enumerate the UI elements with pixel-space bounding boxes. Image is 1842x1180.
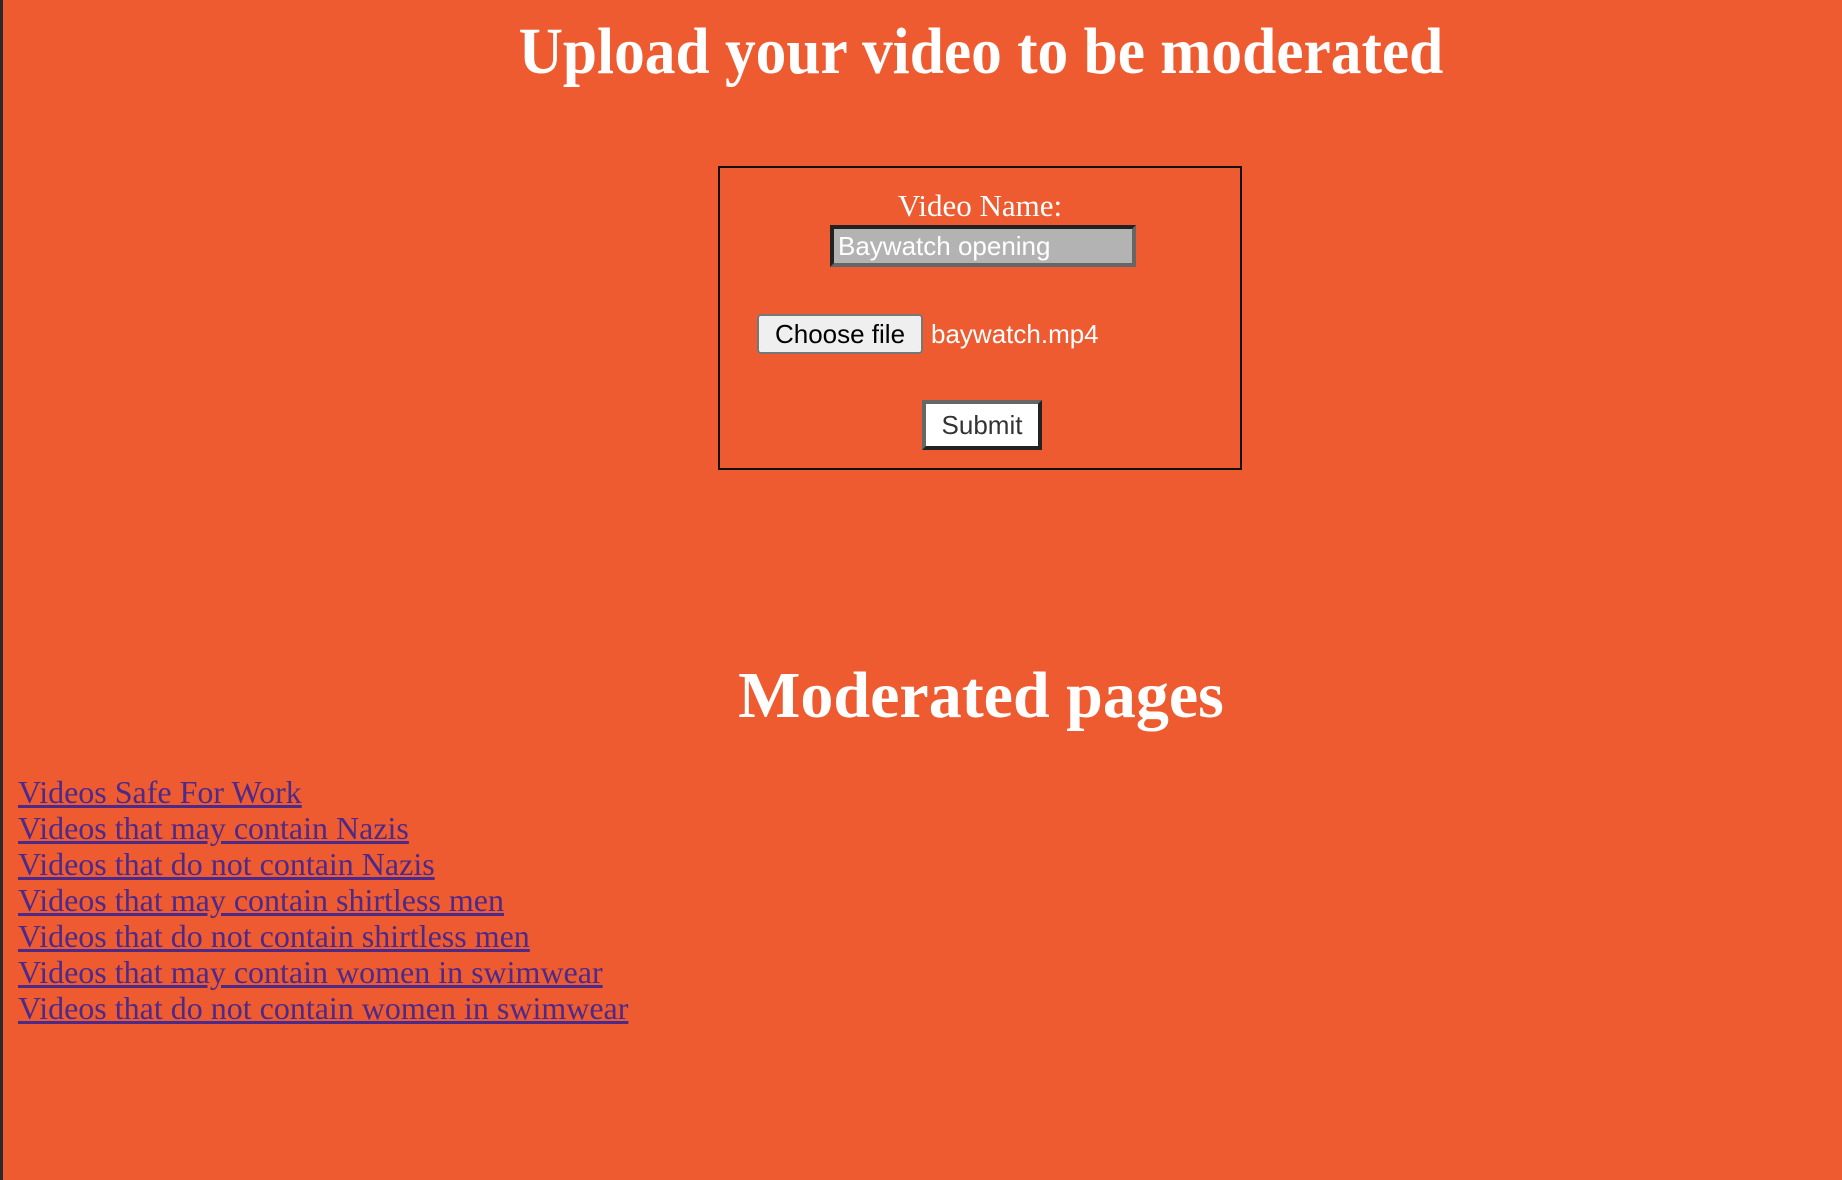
list-item: Videos that may contain women in swimwea… — [18, 954, 628, 990]
upload-heading: Upload your video to be moderated — [518, 15, 1444, 88]
moderated-pages-list: Videos Safe For Work Videos that may con… — [18, 774, 628, 1026]
list-item: Videos that may contain shirtless men — [18, 882, 628, 918]
video-name-label: Video Name: — [897, 188, 1063, 223]
link-may-contain-women-swimwear[interactable]: Videos that may contain women in swimwea… — [18, 954, 603, 990]
file-picker: Choose file baywatch.mp4 — [757, 314, 1099, 354]
list-item: Videos that do not contain Nazis — [18, 846, 628, 882]
window-left-edge — [0, 0, 3, 1180]
list-item: Videos that do not contain women in swim… — [18, 990, 628, 1026]
list-item: Videos that may contain Nazis — [18, 810, 628, 846]
list-item: Videos Safe For Work — [18, 774, 628, 810]
link-no-women-swimwear[interactable]: Videos that do not contain women in swim… — [18, 990, 628, 1026]
upload-form: Video Name: Choose file baywatch.mp4 Sub… — [718, 166, 1242, 470]
link-no-nazis[interactable]: Videos that do not contain Nazis — [18, 846, 435, 882]
link-safe-for-work[interactable]: Videos Safe For Work — [18, 774, 302, 810]
video-name-input[interactable] — [830, 225, 1136, 267]
chosen-file-name: baywatch.mp4 — [931, 318, 1099, 349]
submit-button[interactable]: Submit — [922, 400, 1042, 450]
list-item: Videos that do not contain shirtless men — [18, 918, 628, 954]
choose-file-button[interactable]: Choose file — [757, 314, 923, 354]
link-may-contain-nazis[interactable]: Videos that may contain Nazis — [18, 810, 409, 846]
link-may-contain-shirtless-men[interactable]: Videos that may contain shirtless men — [18, 882, 504, 918]
moderated-pages-heading: Moderated pages — [738, 659, 1224, 732]
link-no-shirtless-men[interactable]: Videos that do not contain shirtless men — [18, 918, 530, 954]
